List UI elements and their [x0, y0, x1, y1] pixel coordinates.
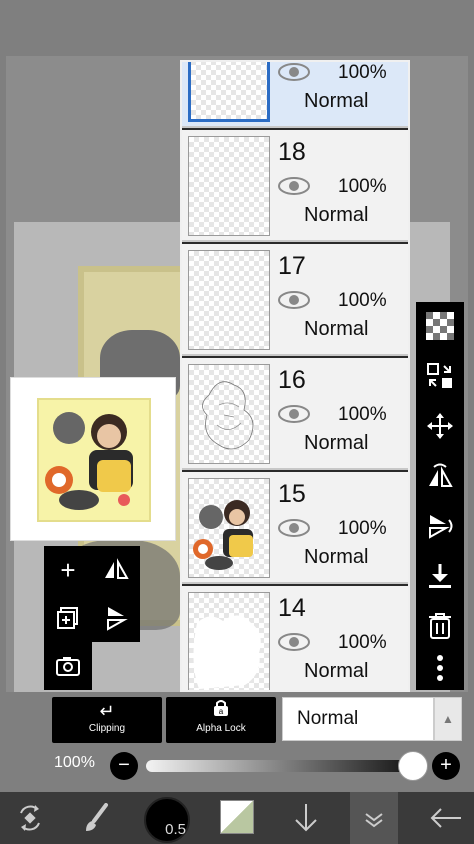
clipping-label: Clipping — [88, 723, 126, 734]
back-icon[interactable] — [418, 792, 474, 844]
blend-mode-select[interactable]: Normal — [282, 697, 434, 741]
opacity-slider[interactable] — [146, 760, 416, 772]
layer-number: 16 — [278, 366, 306, 394]
layer-opacity: 100% — [338, 176, 387, 197]
layer-number: 17 — [278, 252, 306, 280]
lineart-preview — [202, 381, 254, 450]
left-toolbox: + — [44, 546, 140, 642]
canvas-thumbnail[interactable] — [10, 377, 176, 541]
layer-number: 18 — [278, 138, 306, 166]
flip-vertical-icon[interactable] — [416, 502, 464, 550]
duplicate-layer-icon[interactable] — [44, 594, 92, 642]
layer-number: 15 — [278, 480, 306, 508]
eye-icon[interactable] — [278, 632, 310, 652]
color-swatch[interactable] — [220, 800, 254, 834]
layer-blend-mode: Normal — [304, 204, 369, 226]
move-icon[interactable] — [416, 402, 464, 450]
opacity-label: 100% — [54, 754, 95, 771]
alpha-lock-icon: a — [166, 699, 276, 723]
layer-blend-mode: Normal — [304, 90, 369, 112]
layer-blend-mode: Normal — [304, 546, 369, 568]
brush-size-indicator[interactable]: 0.5 — [144, 797, 190, 843]
trash-icon[interactable] — [416, 602, 464, 650]
thumbnail-illustration — [45, 412, 133, 510]
clipping-button[interactable]: ↵ Clipping — [52, 697, 162, 743]
layer-row[interactable]: 16 100% Normal — [182, 358, 408, 470]
eye-icon[interactable] — [278, 62, 310, 82]
layer-thumbnail — [188, 478, 270, 578]
opacity-slider-handle[interactable] — [398, 751, 428, 781]
right-toolbar — [416, 302, 464, 690]
brush-icon[interactable] — [68, 792, 124, 844]
down-arrow-icon[interactable] — [278, 792, 334, 844]
layer-opacity: 100% — [338, 632, 387, 653]
layer-opacity: 100% — [338, 290, 387, 311]
layer-thumbnail — [188, 62, 270, 122]
clipping-icon: ↵ — [99, 701, 115, 721]
eye-icon[interactable] — [278, 518, 310, 538]
transform-icon[interactable] — [416, 352, 464, 400]
layers-icon[interactable] — [350, 792, 398, 844]
canvas-top-area — [0, 0, 474, 56]
layer-row[interactable]: 18 100% Normal — [182, 130, 408, 242]
opacity-decrease-button[interactable]: − — [110, 752, 138, 780]
layer-blend-mode: Normal — [304, 660, 369, 682]
layer-opacity: 100% — [338, 404, 387, 425]
layer-row-selected[interactable]: 100% Normal — [182, 62, 408, 128]
color-art-preview — [193, 500, 253, 570]
eye-icon[interactable] — [278, 290, 310, 310]
layer-number: 14 — [278, 594, 306, 622]
eye-icon[interactable] — [278, 404, 310, 424]
layer-row[interactable]: 14 100% Normal — [182, 586, 408, 690]
flip-horizontal-icon[interactable] — [92, 546, 140, 594]
layer-blend-mode: Normal — [304, 318, 369, 340]
camera-icon[interactable] — [44, 642, 92, 690]
layer-row[interactable]: 17 100% Normal — [182, 244, 408, 356]
opacity-increase-button[interactable]: + — [432, 752, 460, 780]
layer-thumbnail — [188, 364, 270, 464]
more-icon[interactable] — [416, 644, 464, 692]
thumbnail-artwork — [37, 398, 151, 522]
layer-row[interactable]: 15 100% Normal — [182, 472, 408, 584]
transform-tool-icon[interactable] — [2, 792, 58, 844]
layer-opacity: 100% — [338, 518, 387, 539]
layer-opacity: 100% — [338, 62, 387, 83]
svg-text:a: a — [219, 707, 224, 716]
layer-thumbnail — [188, 250, 270, 350]
layer-blend-mode: Normal — [304, 432, 369, 454]
layer-thumbnail — [188, 592, 270, 690]
flip-vertical-icon[interactable] — [92, 594, 140, 642]
checker-icon[interactable] — [416, 302, 464, 350]
white-fill-preview — [193, 615, 261, 689]
camera-tool — [44, 642, 92, 690]
eye-icon[interactable] — [278, 176, 310, 196]
blend-mode-arrow-icon[interactable]: ▲ — [434, 697, 462, 741]
alpha-lock-button[interactable]: a Alpha Lock — [166, 697, 276, 743]
add-layer-icon[interactable]: + — [44, 546, 92, 594]
flip-horizontal-icon[interactable] — [416, 452, 464, 500]
alpha-lock-label: Alpha Lock — [196, 723, 246, 734]
layer-list[interactable]: 100% Normal 18 100% Normal 17 100% Norma… — [180, 60, 410, 692]
layer-thumbnail — [188, 136, 270, 236]
merge-down-icon[interactable] — [416, 552, 464, 600]
